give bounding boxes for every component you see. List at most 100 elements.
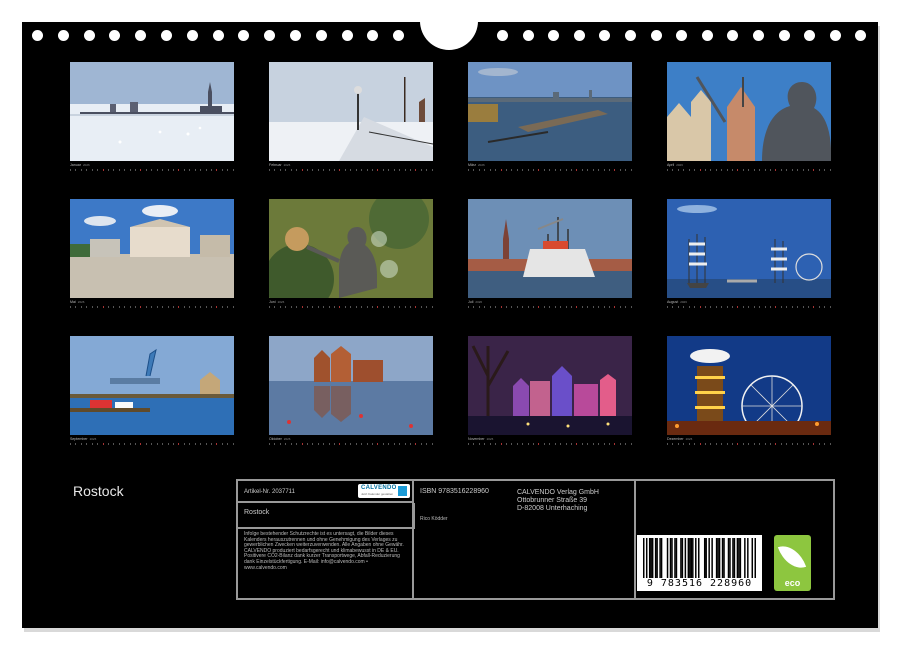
day-mark (764, 306, 766, 308)
day-mark (167, 306, 169, 308)
day-mark (759, 443, 761, 445)
day-mark (505, 306, 507, 308)
day-mark (135, 306, 137, 308)
month-label: August 2026 (667, 300, 831, 304)
day-mark (205, 169, 207, 171)
binding-hole (32, 30, 43, 41)
day-mark (694, 169, 696, 171)
day-mark (683, 306, 685, 308)
month-year: 2026 (83, 163, 90, 167)
barcode-bar (654, 538, 657, 578)
day-mark (118, 169, 120, 171)
day-mark (505, 443, 507, 445)
day-mark (107, 443, 109, 445)
barcode-bar (671, 538, 673, 578)
barcode-bar (738, 538, 740, 578)
day-mark (350, 443, 352, 445)
day-mark (118, 443, 120, 445)
day-mark (818, 169, 820, 171)
day-mark (124, 443, 126, 445)
day-mark (80, 306, 82, 308)
barcode-bar (705, 538, 707, 578)
barcode-bar (645, 538, 648, 578)
calendar-title: Rostock (73, 483, 124, 499)
day-mark (571, 443, 573, 445)
title-cell: Rostock (237, 502, 413, 528)
author-name: Rico Ködder (420, 516, 448, 522)
month-page-april: April 2026 (667, 62, 831, 174)
day-mark (565, 306, 567, 308)
binding-hole (573, 30, 585, 41)
day-mark (328, 306, 330, 308)
day-mark (694, 306, 696, 308)
month-photo (70, 199, 234, 298)
day-mark (576, 443, 578, 445)
day-mark (511, 306, 513, 308)
barcode-bar (650, 538, 652, 578)
day-mark (614, 443, 616, 445)
day-mark (516, 306, 518, 308)
day-mark (753, 169, 755, 171)
day-mark (608, 443, 610, 445)
day-mark (334, 306, 336, 308)
day-mark (393, 169, 395, 171)
calendar-back-cover: Januar 2026 Februar 2026 März 2026 April 2026 Ma… (22, 14, 878, 628)
day-mark (80, 443, 82, 445)
day-mark (102, 443, 104, 445)
day-mark (194, 306, 196, 308)
day-mark (807, 169, 809, 171)
day-mark (75, 443, 77, 445)
day-mark (824, 306, 826, 308)
day-mark (813, 169, 815, 171)
day-mark (361, 306, 363, 308)
day-mark (388, 169, 390, 171)
day-mark (382, 169, 384, 171)
day-mark (527, 169, 529, 171)
day-mark (780, 443, 782, 445)
day-mark (167, 443, 169, 445)
day-mark (683, 169, 685, 171)
day-mark (533, 443, 535, 445)
barcode-bar (660, 538, 663, 578)
barcode-bar (695, 538, 697, 578)
day-mark (200, 169, 202, 171)
day-mark (576, 306, 578, 308)
day-mark (489, 306, 491, 308)
day-mark (97, 306, 99, 308)
month-label: März 2026 (468, 163, 632, 167)
barcode-bar (687, 538, 690, 578)
day-mark (824, 169, 826, 171)
binding-hole (238, 30, 250, 41)
day-mark (554, 443, 556, 445)
day-mark (404, 169, 406, 171)
day-mark (323, 169, 325, 171)
day-mark (205, 443, 207, 445)
day-mark (269, 169, 270, 171)
day-mark (807, 306, 809, 308)
binding-hole (650, 30, 662, 41)
day-mark (786, 306, 788, 308)
day-mark (409, 169, 411, 171)
day-mark (178, 443, 180, 445)
day-mark (317, 443, 319, 445)
day-mark (156, 443, 158, 445)
barcode-bar (669, 538, 672, 578)
day-mark (91, 169, 93, 171)
day-strip (269, 305, 433, 311)
day-mark (704, 169, 706, 171)
month-label: Juli 2026 (468, 300, 632, 304)
barcode-bar (681, 538, 684, 578)
day-mark (737, 306, 739, 308)
binding-hole (599, 30, 611, 41)
day-mark (688, 306, 690, 308)
day-mark (619, 443, 621, 445)
barcode-bar (659, 538, 661, 578)
day-mark (129, 169, 131, 171)
day-strip (70, 305, 234, 311)
binding-hole (290, 30, 301, 41)
day-mark (560, 306, 562, 308)
day-mark (75, 306, 77, 308)
day-mark (306, 443, 308, 445)
day-mark (484, 306, 486, 308)
day-mark (732, 443, 734, 445)
